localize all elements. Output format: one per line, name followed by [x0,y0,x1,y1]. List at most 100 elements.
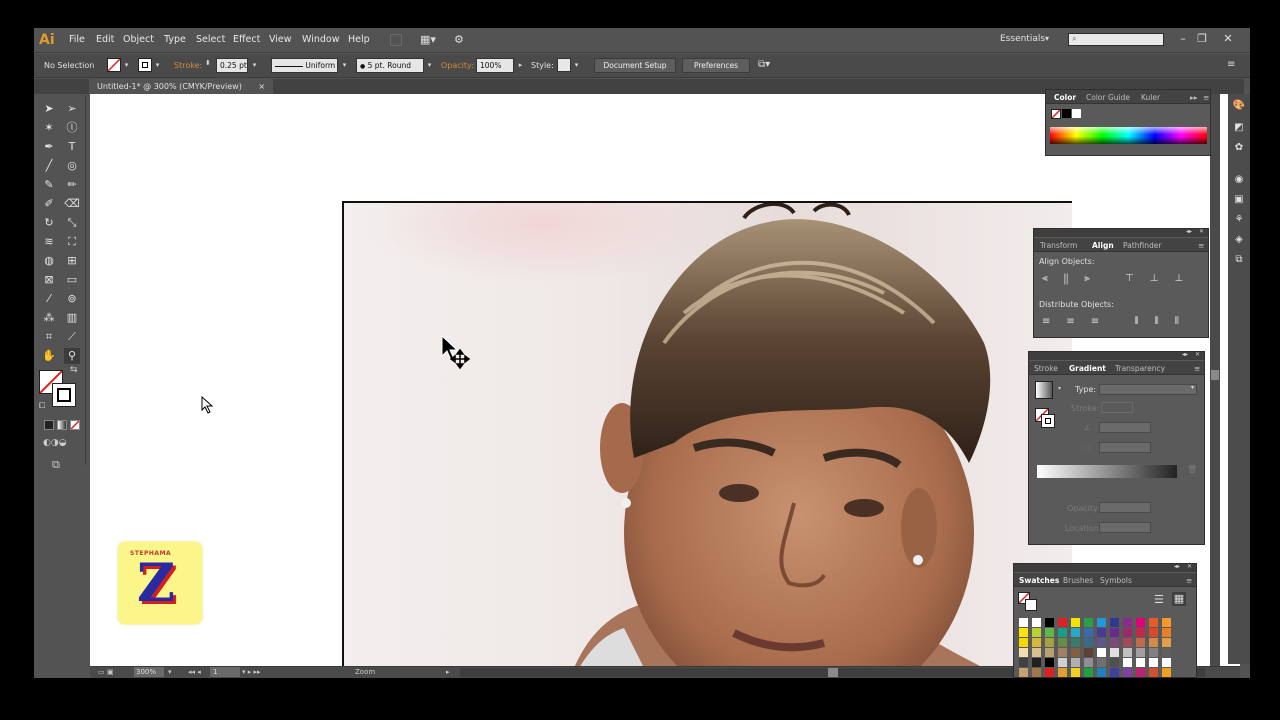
swatch-cell[interactable] [1045,618,1054,627]
gradient-location-field[interactable] [1099,522,1151,533]
swatch-cell[interactable] [1071,618,1080,627]
document-tab-close-icon[interactable]: × [258,82,265,91]
panel-menu-icon[interactable]: ≡ [1227,59,1235,70]
stroke-swatch[interactable] [138,58,152,72]
stroke-weight-dropdown[interactable]: ▾ [250,58,259,73]
tab-transform[interactable]: Transform [1040,241,1077,250]
swatch-cell[interactable] [1123,658,1132,667]
blend-tool-icon[interactable]: ⊚ [64,291,80,307]
draw-mode-icon[interactable]: ◐◑◒ [43,438,67,448]
gradient-delete-stop-icon[interactable]: 🗑 [1187,465,1197,474]
zoom-field[interactable]: 300% [134,667,164,677]
tab-pathfinder[interactable]: Pathfinder [1123,241,1161,250]
gradient-stroke-box[interactable] [1041,414,1055,428]
stroke-label[interactable]: Stroke: [174,61,202,70]
fill-dropdown[interactable]: ▾ [122,58,131,73]
swatch-cell[interactable] [1162,648,1171,657]
swatch-cell[interactable] [1032,668,1041,677]
selection-tool-icon[interactable]: ➤ [41,101,57,117]
tab-transparency[interactable]: Transparency [1115,364,1165,373]
stroke-dropdown[interactable]: ▾ [153,58,162,73]
swatches-panel-collapse-icon[interactable]: ◂▸ [1174,563,1180,570]
hand-tool-icon[interactable]: ✋ [41,348,57,364]
swatch-cell[interactable] [1149,648,1158,657]
swatch-cell[interactable] [1045,628,1054,637]
swatch-cell[interactable] [1149,658,1158,667]
eyedropper-tool-icon[interactable]: ⁄ [41,291,57,307]
kuler-icon[interactable]: ✿ [1231,140,1247,156]
mesh-tool-icon[interactable]: ⊠ [41,272,57,288]
opacity-field[interactable]: 100% [476,58,514,73]
swatch-cell[interactable] [1045,648,1054,657]
color-spectrum[interactable] [1050,127,1207,144]
swatch-cell[interactable] [1097,638,1106,647]
tab-symbols[interactable]: Symbols [1100,576,1132,585]
swatch-cell[interactable] [1149,668,1158,677]
appearance-icon[interactable]: ◉ [1231,172,1247,188]
swatch-cell[interactable] [1136,638,1145,647]
swatch-cell[interactable] [1149,638,1158,647]
layers-icon[interactable]: ◈ [1231,232,1247,248]
none-mode-icon[interactable] [70,420,80,430]
stroke-profile-select[interactable]: Uniform [271,58,338,73]
gradient-stroke-options[interactable] [1101,402,1133,413]
swatch-cell[interactable] [1045,658,1054,667]
minimize-icon[interactable]: – [1175,31,1191,47]
swatch-cell[interactable] [1097,668,1106,677]
gpu-performance-icon[interactable]: ⚙ [454,33,464,46]
direct-selection-tool-icon[interactable]: ➢ [64,101,80,117]
color-panel-icon[interactable]: 🎨 [1231,98,1247,114]
swatch-cell[interactable] [1019,648,1028,657]
gradient-tool-icon[interactable]: ▭ [64,272,80,288]
artboard-nav-prev-icon[interactable]: ◂◂ ◂ [188,668,201,676]
swatch-cell[interactable] [1045,668,1054,677]
grid-view-icon[interactable]: ▦ [1172,592,1186,606]
list-view-icon[interactable]: ☰ [1154,593,1164,606]
menu-type[interactable]: Type [164,34,186,45]
tab-swatches[interactable]: Swatches [1019,576,1059,585]
menu-help[interactable]: Help [348,34,370,45]
swatch-cell[interactable] [1084,638,1093,647]
swatch-cell[interactable] [1136,628,1145,637]
tab-color[interactable]: Color [1054,93,1076,102]
menu-edit[interactable]: Edit [96,34,114,45]
swatch-cell[interactable] [1084,628,1093,637]
swatch-cell[interactable] [1032,618,1041,627]
menu-select[interactable]: Select [196,34,225,45]
gradient-angle-field[interactable] [1099,422,1151,433]
slice-tool-icon[interactable]: ⟋ [64,329,80,345]
swatch-cell[interactable] [1123,628,1132,637]
artboard-number-field[interactable]: 1 [210,667,240,677]
swatches-stroke-box[interactable] [1025,599,1037,611]
brush-dropdown[interactable]: ▾ [425,58,434,73]
swatches-panel-menu-icon[interactable]: ≡ [1186,576,1192,585]
swatch-cell[interactable] [1097,648,1106,657]
gradient-opacity-field[interactable] [1099,502,1151,513]
arrange-icon[interactable]: ⧉▾ [758,59,770,70]
swatch-cell[interactable] [1071,628,1080,637]
swatch-cell[interactable] [1110,628,1119,637]
swatch-cell[interactable] [1084,618,1093,627]
gradient-type-select[interactable]: ▾ [1099,384,1197,395]
stroke-color-box[interactable] [52,383,76,407]
swatch-cell[interactable] [1019,628,1028,637]
lasso-tool-icon[interactable]: ⓛ [64,120,80,136]
zoom-tool-icon[interactable]: ⚲ [64,348,80,364]
swatch-cell[interactable] [1110,658,1119,667]
column-graph-tool-icon[interactable]: ▥ [64,310,80,326]
close-icon[interactable]: ✕ [1220,31,1236,47]
panel-collapse-icon[interactable]: ▸▸ [1190,93,1198,102]
perspective-grid-tool-icon[interactable]: ⊞ [64,253,80,269]
tab-kuler[interactable]: Kuler [1141,93,1160,102]
shape-builder-tool-icon[interactable]: ◍ [41,253,57,269]
paintbrush-tool-icon[interactable]: ✎ [41,177,57,193]
swatches-panel-header[interactable]: ◂▸ ✕ [1014,563,1196,572]
color-black-swatch[interactable] [1062,109,1071,118]
gradient-panel-header[interactable]: ◂▸ ✕ [1029,351,1204,360]
swatch-cell[interactable] [1058,628,1067,637]
swatch-cell[interactable] [1032,628,1041,637]
swatch-cell[interactable] [1071,648,1080,657]
swatch-cell[interactable] [1097,658,1106,667]
graphic-styles-icon[interactable]: ▣ [1231,192,1247,208]
gradient-aspect-field[interactable] [1099,442,1151,453]
